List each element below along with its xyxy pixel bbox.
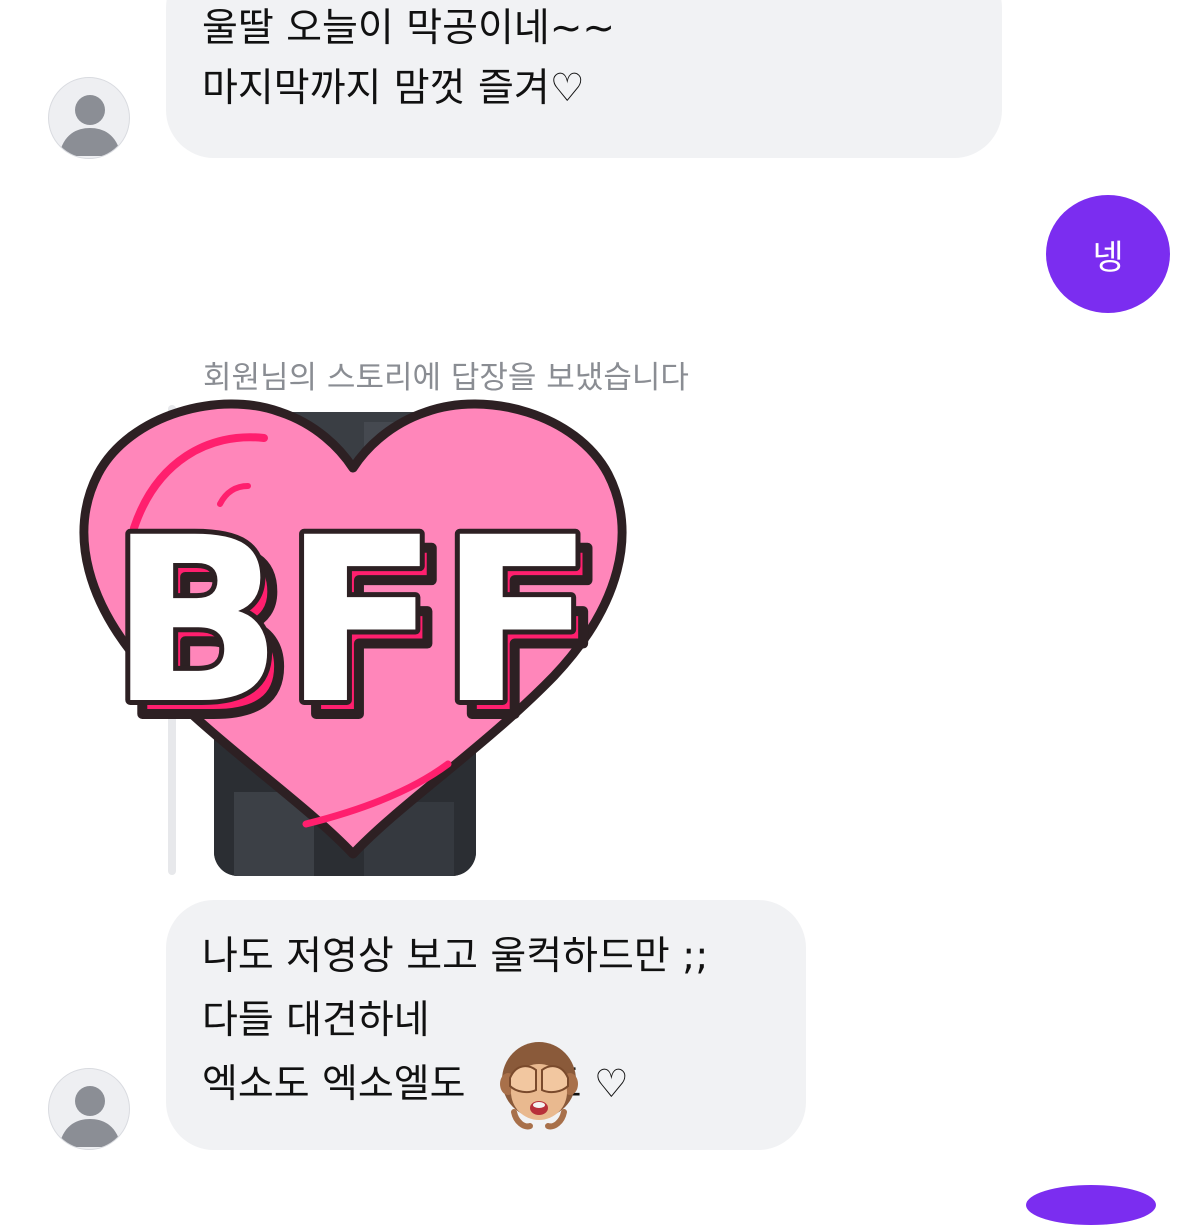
message-text-line: 다들 대견하네 (202, 998, 430, 1043)
sticker-text: BFF (109, 488, 594, 754)
incoming-message-bubble[interactable]: 울딸 오늘이 막공이네~~ 마지막까지 맘껏 즐겨♡ (166, 0, 1002, 158)
message-text-line: 마지막까지 맘껏 즐겨♡ (202, 66, 585, 111)
default-profile-icon (59, 1086, 121, 1147)
avatar[interactable] (48, 1068, 130, 1150)
story-reply-caption: 회원님의 스토리에 답장을 보냈습니다 (203, 360, 689, 396)
default-profile-icon (59, 95, 121, 156)
incoming-message-bubble[interactable]: 나도 저영상 보고 울컥하드만 ;; 다들 대견하네 엑소도 엑소엘도 도 ♡ (166, 900, 806, 1150)
message-text-segment: 엑소도 엑소엘도 (202, 1062, 466, 1107)
see-no-evil-monkey-icon (500, 1042, 578, 1130)
avatar[interactable] (48, 77, 130, 159)
message-text-line: 엑소도 엑소엘도 도 ♡ (202, 1062, 770, 1108)
message-text-line: 나도 저영상 보고 울컥하드만 ;; (202, 934, 709, 979)
outgoing-message-bubble-partial[interactable] (1026, 1185, 1156, 1225)
outgoing-message-bubble[interactable]: 넹 (1046, 195, 1170, 313)
message-text: 넹 (1092, 237, 1124, 278)
message-text-line: 울딸 오늘이 막공이네~~ (202, 6, 616, 51)
bff-heart-sticker[interactable]: BFF BFF (70, 392, 640, 892)
